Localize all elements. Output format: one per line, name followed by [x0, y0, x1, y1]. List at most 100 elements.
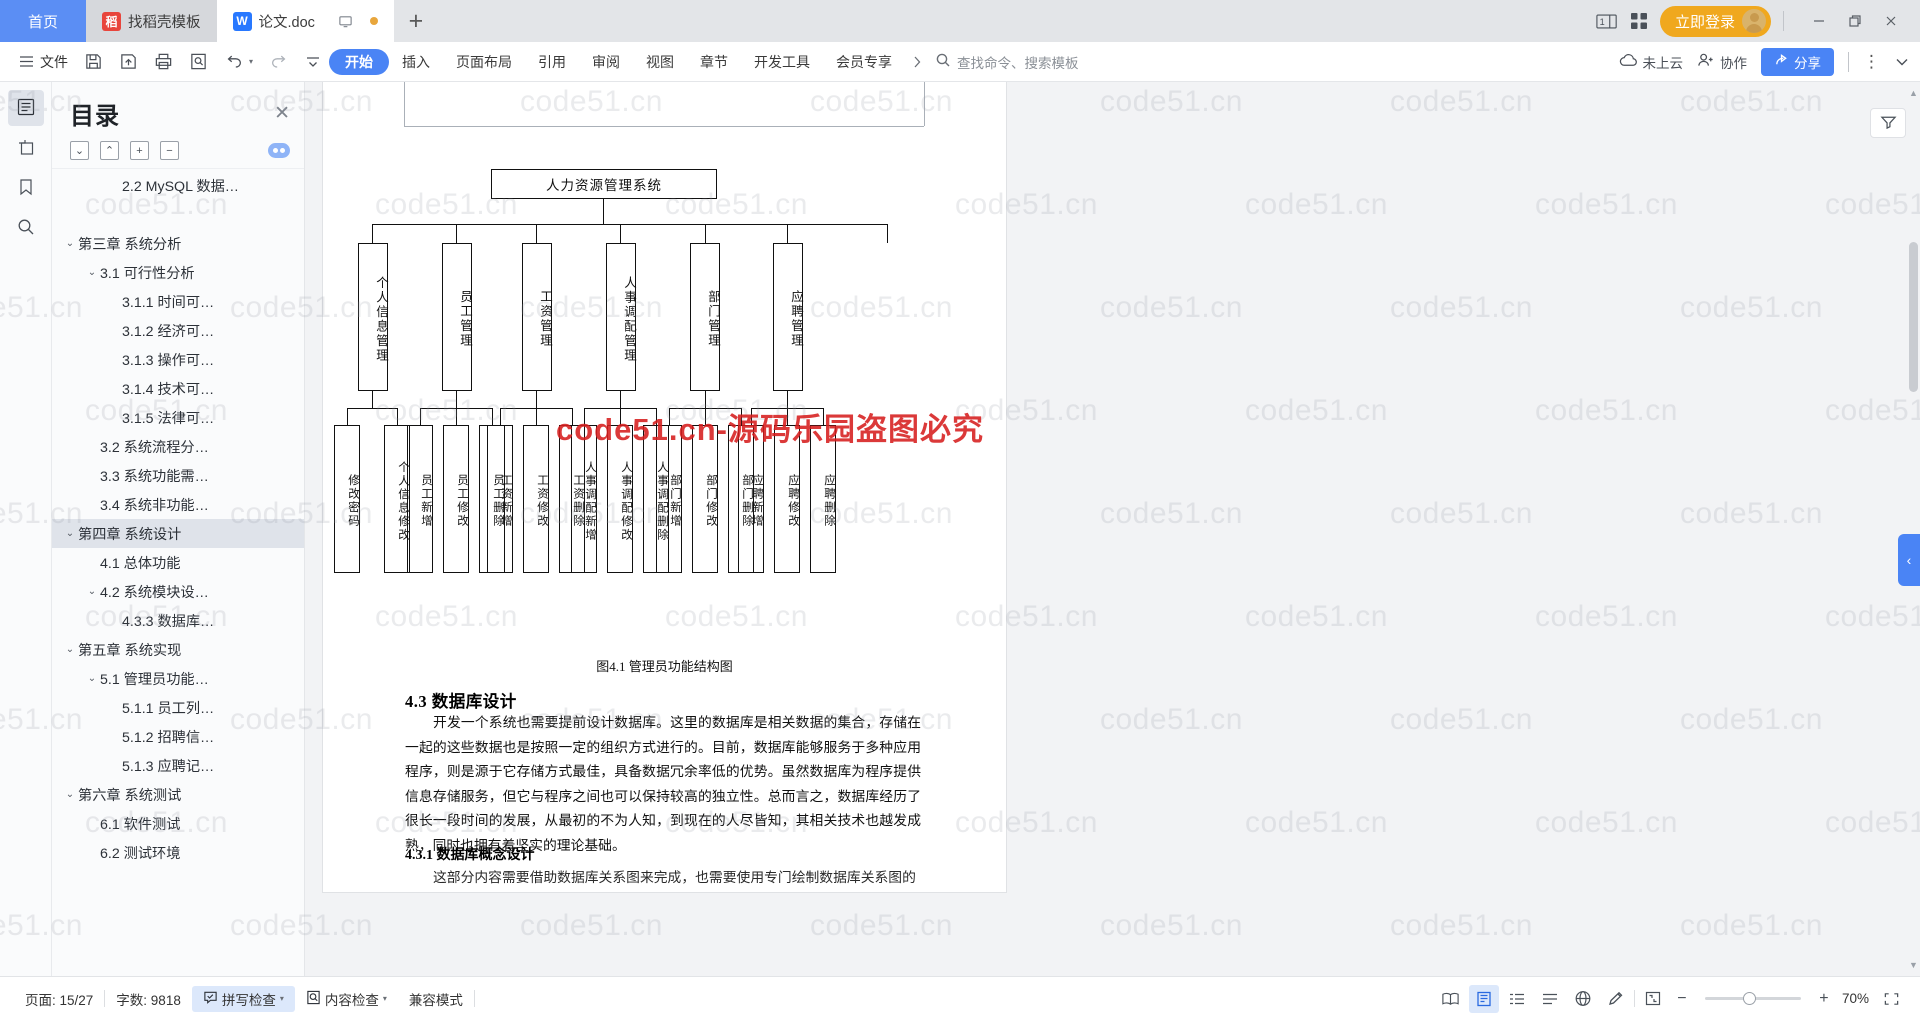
rail-button-outline[interactable]: [7, 90, 44, 126]
toc-item[interactable]: ⌄3.4 系统非功能…: [52, 490, 304, 519]
toc-item[interactable]: ⌄2.2 MySQL 数据…: [52, 171, 304, 200]
chevron-down-icon[interactable]: ⌄: [62, 528, 78, 539]
toc-item[interactable]: ⌄3.3 系统功能需…: [52, 461, 304, 490]
new-tab-button[interactable]: +: [394, 0, 438, 42]
chevron-down-icon[interactable]: ▾: [280, 994, 284, 1003]
tab-home[interactable]: 首页: [0, 0, 87, 42]
toc-item[interactable]: ⌄3.2 系统流程分…: [52, 432, 304, 461]
minimize-button[interactable]: [1802, 6, 1836, 36]
collapse-ribbon-icon[interactable]: [1894, 54, 1910, 70]
toc-item[interactable]: ⌄3.1.5 法律可…: [52, 403, 304, 432]
toc-item[interactable]: ⌄3.1.4 技术可…: [52, 374, 304, 403]
toc-item[interactable]: ⌄5.1.2 招聘信…: [52, 722, 304, 751]
redo-button[interactable]: [261, 47, 297, 77]
login-button[interactable]: 立即登录: [1659, 5, 1771, 37]
collapse-up-button[interactable]: ⌃: [100, 141, 119, 160]
close-button[interactable]: [1874, 6, 1908, 36]
zoom-level[interactable]: 70%: [1838, 986, 1873, 1012]
zoom-slider[interactable]: [1704, 992, 1801, 1005]
toc-preview-toggle[interactable]: [268, 143, 290, 158]
ribbon-tab-section[interactable]: 章节: [687, 49, 741, 75]
scroll-up-arrow-icon[interactable]: ▲: [1909, 88, 1918, 98]
toc-item[interactable]: ⌄6.2 测试环境: [52, 838, 304, 867]
fit-page-button[interactable]: [1638, 985, 1668, 1013]
chevron-down-icon[interactable]: ⌄: [62, 789, 78, 800]
ribbon-tab-dev-tools[interactable]: 开发工具: [741, 49, 823, 75]
toc-item[interactable]: ⌄ 第六章 系统测试: [52, 780, 304, 809]
collaborate-button[interactable]: 协作: [1697, 52, 1747, 72]
more-options-button[interactable]: ⋮: [1863, 52, 1880, 72]
toc-item[interactable]: ⌄ 第三章 系统分析: [52, 229, 304, 258]
toc-item[interactable]: ⌄6.1 软件测试: [52, 809, 304, 838]
expand-down-button[interactable]: ⌄: [70, 141, 89, 160]
toc-item[interactable]: ⌄4.1 总体功能: [52, 548, 304, 577]
toc-item[interactable]: ⌄ 5.1 管理员功能…: [52, 664, 304, 693]
ribbon-tab-start[interactable]: 开始: [329, 48, 390, 75]
ribbon-overflow-icon[interactable]: [909, 54, 925, 70]
toc-item[interactable]: ⌄3.1.3 操作可…: [52, 345, 304, 374]
search-box[interactable]: 查找命令、搜索模板: [935, 52, 1079, 72]
single-page-view-icon[interactable]: 1: [1596, 13, 1618, 30]
fullscreen-button[interactable]: [1876, 985, 1906, 1013]
chevron-down-icon[interactable]: ⌄: [62, 644, 78, 655]
quick-access-more-button[interactable]: [297, 47, 329, 77]
contentcheck-button[interactable]: 内容检查 ▾: [295, 986, 398, 1012]
toc-item[interactable]: ⌄ 第四章 系统设计: [52, 519, 304, 548]
print-layout-button[interactable]: [1468, 984, 1499, 1013]
tab-docer-template[interactable]: 稻 找稻壳模板: [86, 0, 217, 42]
spellcheck-button[interactable]: 拼写检查 ▾: [191, 985, 295, 1012]
toc-item[interactable]: ⌄5.1.3 应聘记…: [52, 751, 304, 780]
read-mode-button[interactable]: [1436, 985, 1466, 1013]
scroll-down-arrow-icon[interactable]: ▼: [1909, 960, 1918, 970]
pen-tool-button[interactable]: [1601, 985, 1631, 1013]
web-layout-button[interactable]: [1568, 985, 1598, 1013]
ribbon-tab-membership[interactable]: 会员专享: [823, 49, 905, 75]
zoom-in-button[interactable]: +: [1813, 990, 1835, 1008]
restore-button[interactable]: [1838, 6, 1872, 36]
cloud-status[interactable]: 未上云: [1619, 52, 1683, 72]
right-panel-toggle[interactable]: ‹: [1898, 534, 1920, 586]
ribbon-tab-insert[interactable]: 插入: [389, 49, 443, 75]
draft-view-button[interactable]: [1535, 985, 1565, 1013]
zoom-out-button[interactable]: −: [1671, 990, 1693, 1008]
toc-item[interactable]: ⌄5.1.1 员工列…: [52, 693, 304, 722]
ribbon-tab-reference[interactable]: 引用: [525, 49, 579, 75]
outline-view-button[interactable]: [1502, 985, 1532, 1013]
page-indicator[interactable]: 页面: 15/27: [14, 986, 104, 1012]
chevron-down-icon[interactable]: ⌄: [84, 586, 100, 597]
save-button[interactable]: [76, 47, 111, 77]
vertical-scrollbar[interactable]: ▲ ▼: [1907, 82, 1920, 976]
ribbon-tab-page-layout[interactable]: 页面布局: [443, 49, 525, 75]
grid-view-icon[interactable]: [1630, 12, 1648, 30]
ribbon-tab-view[interactable]: 视图: [633, 49, 687, 75]
chevron-down-icon[interactable]: ⌄: [84, 673, 100, 684]
toc-item[interactable]: ⌄3.1.1 时间可…: [52, 287, 304, 316]
word-count[interactable]: 字数: 9818: [105, 986, 192, 1012]
toc-item[interactable]: ⌄ 4.2 系统模块设…: [52, 577, 304, 606]
rail-button-search[interactable]: [8, 210, 44, 246]
scrollbar-thumb[interactable]: [1909, 242, 1918, 392]
tab-document[interactable]: W 论文.doc: [216, 0, 394, 42]
undo-caret-icon[interactable]: ▾: [249, 57, 253, 66]
document-canvas[interactable]: 人力资源管理系统 个人信息管理 员工管理 工资管理 人事调配管理 部门管理 应聘…: [305, 82, 1852, 976]
expand-all-button[interactable]: +: [130, 141, 149, 160]
toc-item[interactable]: ⌄ 第五章 系统实现: [52, 635, 304, 664]
toc-list[interactable]: ⌄2.2 MySQL 数据…⌄⌄第三章 系统分析⌄3.1 可行性分析⌄3.1.1…: [52, 168, 304, 976]
toc-item[interactable]: ⌄4.3.3 数据库…: [52, 606, 304, 635]
document-page[interactable]: 人力资源管理系统 个人信息管理 员工管理 工资管理 人事调配管理 部门管理 应聘…: [323, 82, 1006, 892]
rail-button-bookmark[interactable]: [8, 170, 44, 206]
rail-button-thumbnail[interactable]: [8, 130, 44, 166]
share-button[interactable]: 分享: [1761, 47, 1834, 76]
chevron-down-icon[interactable]: ⌄: [62, 238, 78, 249]
print-preview-button[interactable]: [181, 47, 216, 77]
save-as-button[interactable]: [111, 47, 146, 77]
zoom-slider-knob[interactable]: [1742, 992, 1756, 1005]
ribbon-tab-review[interactable]: 审阅: [579, 49, 633, 75]
file-menu-button[interactable]: 文件: [10, 47, 76, 77]
cast-icon[interactable]: [338, 14, 353, 29]
collapse-all-button[interactable]: −: [160, 141, 179, 160]
chevron-down-icon[interactable]: ⌄: [84, 267, 100, 278]
undo-button[interactable]: ▾: [216, 47, 261, 77]
toc-item[interactable]: ⌄: [52, 200, 304, 229]
toc-item[interactable]: ⌄ 3.1 可行性分析: [52, 258, 304, 287]
